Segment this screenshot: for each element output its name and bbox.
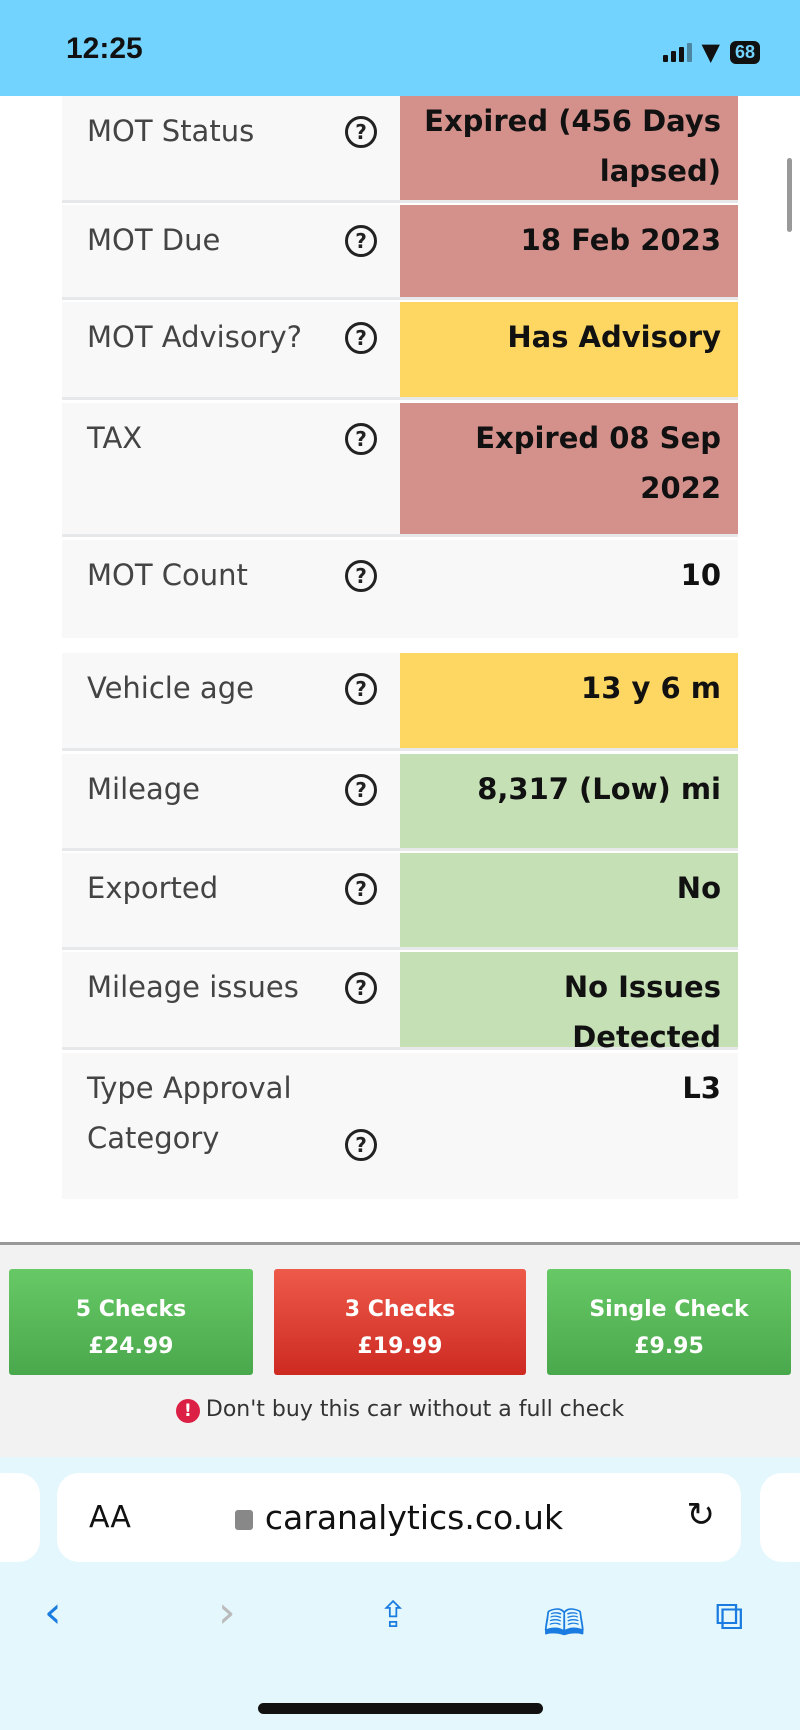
home-indicator[interactable]: [258, 1703, 543, 1714]
row-label-text: Mileage: [87, 772, 200, 806]
table-row: TAX? Expired 08 Sep 2022: [62, 403, 738, 537]
row-label: Vehicle age?: [62, 653, 400, 748]
help-icon[interactable]: ?: [345, 673, 377, 705]
row-value: 13 y 6 m: [400, 653, 738, 748]
bookmarks-icon[interactable]: 🕮: [543, 1597, 585, 1658]
scrollbar[interactable]: [787, 158, 792, 232]
back-icon[interactable]: ‹: [44, 1587, 62, 1638]
offer-price: £24.99: [88, 1334, 174, 1359]
table-row: Vehicle age? 13 y 6 m: [62, 653, 738, 751]
table-row: Exported? No: [62, 853, 738, 950]
row-value: 8,317 (Low) mi: [400, 754, 738, 848]
previous-tab-pill[interactable]: [0, 1473, 40, 1562]
offer-title: Single Check: [589, 1297, 749, 1322]
row-label-text: MOT Due: [87, 223, 221, 257]
row-value: Expired 08 Sep 2022: [400, 403, 738, 534]
three-checks-button[interactable]: 3 Checks £19.99: [274, 1269, 526, 1375]
tabs-icon[interactable]: ⧉: [715, 1593, 744, 1639]
offers-panel: 5 Checks £24.99 3 Checks £19.99 Single Che…: [0, 1242, 800, 1457]
offer-title: 5 Checks: [75, 1297, 187, 1322]
single-check-button[interactable]: Single Check £9.95: [547, 1269, 791, 1375]
row-label: Mileage?: [62, 754, 400, 848]
row-value: Has Advisory: [400, 302, 738, 397]
signal-icon: [662, 42, 692, 62]
offer-title: 3 Checks: [344, 1297, 456, 1322]
clock: 12:25: [66, 32, 143, 65]
table-row: Type Approval Category? L3: [62, 1053, 738, 1199]
row-value: No: [400, 853, 738, 947]
status-bar: 12:25 ▼ 68: [0, 0, 800, 96]
row-value: No Issues Detected: [400, 952, 738, 1054]
row-label: MOT Status?: [62, 96, 400, 200]
url-text: caranalytics.co.uk: [264, 1498, 564, 1537]
row-label: Type Approval Category?: [62, 1053, 400, 1199]
row-value: 10: [400, 540, 738, 638]
table-row: MOT Count? 10: [62, 540, 738, 638]
battery-icon: 68: [729, 40, 760, 64]
row-label: TAX?: [62, 403, 400, 534]
table-row: MOT Status? Expired (456 Days lapsed): [62, 96, 738, 203]
offer-price: £19.99: [357, 1334, 443, 1359]
five-checks-button[interactable]: 5 Checks £24.99: [9, 1269, 253, 1375]
row-label-text: Type Approval Category: [87, 1071, 292, 1155]
table-row: Mileage? 8,317 (Low) mi: [62, 754, 738, 851]
address-bar[interactable]: AA caranalytics.co.uk ↻: [57, 1473, 741, 1562]
table-row: MOT Advisory?? Has Advisory: [62, 302, 738, 400]
help-icon[interactable]: ?: [345, 873, 377, 905]
alert-icon: !: [175, 1399, 200, 1423]
row-label-text: TAX: [87, 421, 143, 455]
row-label-text: Exported: [87, 871, 219, 905]
lock-icon: [234, 1510, 253, 1530]
table-row: Mileage issues? No Issues Detected: [62, 952, 738, 1054]
row-label-text: MOT Advisory?: [87, 320, 303, 354]
offer-price: £9.95: [634, 1334, 704, 1359]
row-value: L3: [400, 1053, 738, 1199]
help-icon[interactable]: ?: [345, 322, 377, 354]
row-label: MOT Advisory??: [62, 302, 400, 397]
reload-icon[interactable]: ↻: [687, 1495, 716, 1535]
warning-text: Don't buy this car without a full check: [205, 1397, 625, 1422]
row-label: Mileage issues?: [62, 952, 400, 1047]
help-icon[interactable]: ?: [345, 972, 377, 1004]
row-label: Exported?: [62, 853, 400, 947]
row-value: Expired (456 Days lapsed): [400, 96, 738, 200]
help-icon[interactable]: ?: [345, 423, 377, 455]
help-icon[interactable]: ?: [345, 225, 377, 257]
help-icon[interactable]: ?: [345, 560, 377, 592]
row-label-text: Vehicle age: [87, 671, 254, 705]
browser-toolbar: AA caranalytics.co.uk ↻ ‹ › ⇪ 🕮 ⧉: [0, 1457, 800, 1730]
help-icon[interactable]: ?: [345, 1129, 377, 1161]
row-label-text: MOT Count: [87, 558, 248, 592]
table-row: MOT Due? 18 Feb 2023: [62, 205, 738, 300]
row-value: 18 Feb 2023: [400, 205, 738, 297]
help-icon[interactable]: ?: [345, 774, 377, 806]
row-label-text: Mileage issues: [87, 970, 299, 1004]
next-tab-pill[interactable]: [760, 1473, 800, 1562]
warning-message: ! Don't buy this car without a full check: [0, 1397, 800, 1423]
help-icon[interactable]: ?: [345, 116, 377, 148]
row-label: MOT Due?: [62, 205, 400, 297]
forward-icon[interactable]: ›: [218, 1587, 236, 1638]
wifi-icon: ▼: [701, 38, 720, 66]
row-label-text: MOT Status: [87, 114, 255, 148]
row-label: MOT Count?: [62, 540, 400, 638]
share-icon[interactable]: ⇪: [378, 1595, 408, 1636]
